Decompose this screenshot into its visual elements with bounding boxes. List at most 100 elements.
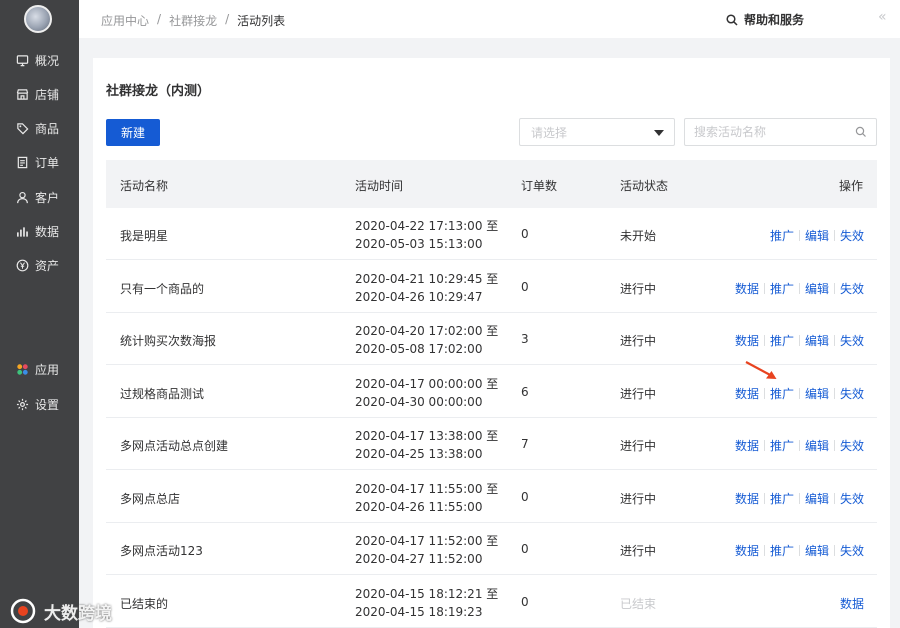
row-actions: 数据 推广 编辑 失效 — [735, 385, 864, 402]
status-select[interactable]: 请选择 — [519, 118, 675, 146]
table-row: 统计购买次数海报 2020-04-20 17:02:00 至 2020-05-08 … — [106, 313, 877, 365]
sidebar-item-label: 设置 — [35, 397, 60, 412]
action-divider — [798, 335, 800, 346]
action-divider — [833, 230, 835, 241]
action-link[interactable]: 失效 — [840, 227, 864, 244]
search-icon[interactable] — [855, 126, 867, 138]
sidebar-item-data[interactable]: 数据 — [0, 217, 79, 245]
action-link[interactable]: 推广 — [770, 542, 794, 559]
status-text: 进行中 — [620, 386, 657, 401]
sidebar-item-apps[interactable]: 应用 — [0, 355, 79, 383]
action-link[interactable]: 推广 — [770, 385, 794, 402]
action-divider — [798, 545, 800, 556]
action-divider — [763, 492, 765, 504]
activity-name: 只有一个商品的 — [120, 281, 205, 296]
sidebar-item-goods[interactable]: 商品 — [0, 114, 79, 142]
action-divider — [763, 545, 765, 556]
action-link[interactable]: 编辑 — [805, 542, 829, 559]
action-link[interactable]: 数据 — [735, 437, 759, 454]
sidebar-item-customers[interactable]: 客户 — [0, 183, 79, 211]
activity-time: 2020-04-17 13:38:00 至 2020-04-25 13:38:00 — [355, 427, 498, 463]
table-row: 多网点总店 2020-04-17 11:55:00 至 2020-04-26 11:… — [106, 471, 877, 523]
action-link[interactable]: 编辑 — [805, 490, 829, 507]
avatar[interactable] — [24, 5, 52, 33]
breadcrumb-separator: / — [225, 12, 230, 26]
table-row: 多网点活动123 2020-04-17 11:52:00 至 2020-04-27 … — [106, 523, 877, 575]
activity-start: 2020-04-17 13:38:00 至 — [355, 429, 499, 443]
new-activity-button[interactable]: 新建 — [106, 119, 160, 146]
sidebar-item-overview[interactable]: 概况 — [0, 46, 79, 74]
activity-end: 2020-05-08 17:02:00 — [355, 342, 483, 356]
action-link[interactable]: 编辑 — [805, 332, 829, 349]
yen-icon — [15, 258, 29, 272]
breadcrumb-separator: / — [157, 12, 162, 26]
activity-time: 2020-04-17 11:52:00 至 2020-04-27 11:52:00 — [355, 532, 498, 568]
action-link[interactable]: 编辑 — [805, 227, 829, 244]
collapse-sidebar-icon[interactable]: « — [878, 9, 887, 25]
search-input[interactable] — [685, 119, 845, 145]
status-text: 未开始 — [620, 229, 657, 243]
watermark-logo-icon — [10, 598, 36, 624]
gear-icon — [15, 397, 29, 411]
action-link[interactable]: 推广 — [770, 490, 794, 507]
activity-end: 2020-04-25 13:38:00 — [355, 447, 483, 461]
action-link[interactable]: 失效 — [840, 490, 864, 507]
action-link[interactable]: 失效 — [840, 542, 864, 559]
sidebar-item-orders[interactable]: 订单 — [0, 148, 79, 176]
breadcrumb-current: 活动列表 — [237, 14, 286, 28]
action-link[interactable]: 编辑 — [805, 280, 829, 297]
activity-end: 2020-05-03 15:13:00 — [355, 237, 483, 251]
order-count: 3 — [521, 332, 529, 346]
activity-name: 多网点活动123 — [120, 544, 203, 558]
status-text: 进行中 — [620, 491, 657, 506]
activity-start: 2020-04-20 17:02:00 至 — [355, 324, 499, 338]
table-header: 活动名称 活动时间 订单数 活动状态 操作 — [106, 160, 877, 208]
action-link[interactable]: 编辑 — [805, 385, 829, 402]
action-link[interactable]: 数据 — [735, 332, 759, 349]
search-box — [684, 118, 877, 146]
action-divider — [798, 387, 800, 399]
action-link[interactable]: 编辑 — [805, 437, 829, 454]
order-count: 0 — [521, 227, 529, 241]
help-and-service-link[interactable]: 帮助和服务 — [726, 11, 804, 28]
action-link[interactable]: 数据 — [840, 595, 864, 612]
breadcrumb-item[interactable]: 社群接龙 — [169, 12, 217, 29]
activity-name: 已结束的 — [120, 596, 169, 611]
monitor-icon — [15, 53, 29, 67]
activity-start: 2020-04-15 18:12:21 至 — [355, 586, 499, 601]
breadcrumb-item[interactable]: 应用中心 — [101, 12, 149, 29]
sidebar-item-label: 数据 — [35, 224, 60, 239]
order-count: 0 — [521, 279, 529, 294]
action-link[interactable]: 推广 — [770, 332, 794, 349]
table-row: 多网点活动总点创建 2020-04-17 13:38:00 至 2020-04-25… — [106, 418, 877, 470]
action-link[interactable]: 失效 — [840, 437, 864, 454]
action-link[interactable]: 失效 — [840, 280, 864, 297]
status-text: 进行中 — [620, 334, 657, 348]
activity-time: 2020-04-21 10:29:45 至 2020-04-26 10:29:47 — [355, 270, 498, 306]
action-link[interactable]: 推广 — [770, 227, 794, 244]
sidebar-item-shop[interactable]: 店铺 — [0, 80, 79, 108]
action-link[interactable]: 推广 — [770, 280, 794, 297]
action-link[interactable]: 推广 — [770, 437, 794, 454]
action-divider — [763, 387, 765, 399]
sidebar-item-settings[interactable]: 设置 — [0, 390, 79, 418]
activity-list-card: 社群接龙（内测） 新建 请选择 活动名称 活动时间 订单数 活动状态 操作 我是… — [93, 58, 890, 628]
action-link[interactable]: 数据 — [735, 280, 759, 297]
sidebar-item-label: 应用 — [35, 362, 60, 377]
activity-start: 2020-04-21 10:29:45 至 — [355, 271, 499, 286]
action-link[interactable]: 数据 — [735, 542, 759, 559]
order-count: 6 — [521, 384, 529, 399]
action-link[interactable]: 失效 — [840, 332, 864, 349]
action-link[interactable]: 数据 — [735, 490, 759, 507]
user-icon — [15, 190, 29, 204]
table-row: 我是明星 2020-04-22 17:13:00 至 2020-05-03 15:1… — [106, 208, 877, 260]
activity-end: 2020-04-15 18:19:23 — [355, 604, 483, 619]
search-icon — [726, 13, 738, 26]
activity-end: 2020-04-26 10:29:47 — [355, 289, 483, 304]
sidebar-item-assets[interactable]: 资产 — [0, 251, 79, 279]
tag-icon — [15, 121, 29, 135]
action-link[interactable]: 失效 — [840, 385, 864, 402]
action-divider — [833, 440, 835, 451]
row-actions: 数据 — [840, 595, 864, 612]
action-link[interactable]: 数据 — [735, 385, 759, 402]
